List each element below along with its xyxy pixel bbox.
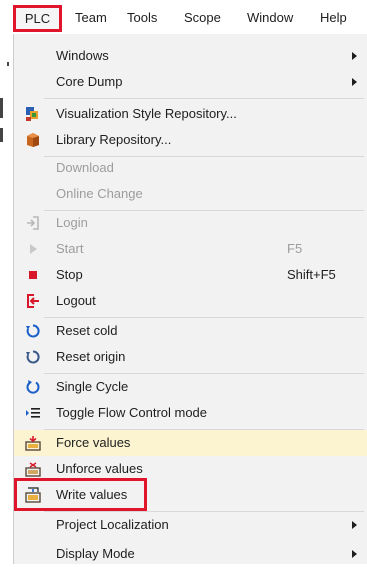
menu-scope[interactable]: Scope <box>184 8 221 28</box>
menu-item-project-localization[interactable]: Project Localization <box>14 512 367 538</box>
menu-help[interactable]: Help <box>320 8 347 28</box>
menu-item-shortcut: Shift+F5 <box>287 267 336 282</box>
menu-item-label: Reset origin <box>56 349 126 364</box>
menu-window[interactable]: Window <box>247 8 293 28</box>
menu-item-label: Force values <box>56 435 131 450</box>
stop-icon <box>25 267 41 283</box>
menu-item-reset-cold[interactable]: Reset cold <box>14 318 367 344</box>
menu-item-online-change[interactable]: Online Change <box>14 181 367 207</box>
flow-control-icon <box>25 405 41 421</box>
background-mark <box>7 62 9 66</box>
menu-item-label: Logout <box>56 293 96 308</box>
menu-item-label: Toggle Flow Control mode <box>56 405 208 420</box>
palette-icon <box>25 106 41 122</box>
reset-origin-icon <box>25 349 41 365</box>
menu-item-logout[interactable]: Logout <box>14 288 367 314</box>
submenu-arrow-icon <box>352 550 357 558</box>
background-mark <box>0 98 3 118</box>
submenu-arrow-icon <box>352 52 357 60</box>
menu-bar: PLC Team Tools Scope Window Help <box>0 0 367 34</box>
menu-item-label: Core Dump <box>56 74 123 89</box>
menu-item-label: Start <box>56 241 84 256</box>
menu-item-label: Project Localization <box>56 517 169 532</box>
menu-item-label: Download <box>56 160 114 175</box>
force-values-icon <box>25 435 41 451</box>
play-icon <box>25 241 41 257</box>
menu-item-label: Login <box>56 215 88 230</box>
menu-item-label: Library Repository... <box>56 132 172 147</box>
background-window-edge <box>0 34 13 564</box>
menu-item-start[interactable]: Start F5 <box>14 236 367 262</box>
submenu-arrow-icon <box>352 521 357 529</box>
menu-item-visualization-style-repository[interactable]: Visualization Style Repository... <box>14 101 367 127</box>
menu-item-login[interactable]: Login <box>14 210 367 236</box>
reset-cold-icon <box>25 323 41 339</box>
menu-item-single-cycle[interactable]: Single Cycle <box>14 374 367 400</box>
menu-item-download[interactable]: Download <box>14 155 367 181</box>
write-values-highlight-box <box>14 478 147 511</box>
menu-item-windows[interactable]: Windows <box>14 43 367 69</box>
menu-item-display-mode[interactable]: Display Mode <box>14 541 367 567</box>
menu-item-label: Online Change <box>56 186 143 201</box>
menu-item-label: Windows <box>56 48 109 63</box>
menu-item-reset-origin[interactable]: Reset origin <box>14 344 367 370</box>
menu-separator <box>44 98 364 99</box>
menu-item-label: Single Cycle <box>56 379 129 394</box>
background-mark <box>0 128 3 142</box>
login-icon <box>25 215 41 231</box>
menu-item-label: Display Mode <box>56 546 135 561</box>
single-cycle-icon <box>25 379 41 395</box>
menu-item-label: Visualization Style Repository... <box>56 106 237 121</box>
menu-item-label: Stop <box>56 267 83 282</box>
submenu-arrow-icon <box>352 78 357 86</box>
menu-item-stop[interactable]: Stop Shift+F5 <box>14 262 367 288</box>
logout-icon <box>25 293 41 309</box>
menu-plc[interactable]: PLC <box>13 5 62 32</box>
unforce-values-icon <box>25 461 41 477</box>
menu-item-force-values[interactable]: Force values <box>14 430 367 456</box>
library-icon <box>25 132 41 148</box>
menu-team[interactable]: Team <box>75 8 107 28</box>
menu-item-shortcut: F5 <box>287 241 303 256</box>
menu-tools[interactable]: Tools <box>127 8 157 28</box>
menu-item-library-repository[interactable]: Library Repository... <box>14 127 367 153</box>
menu-item-label: Reset cold <box>56 323 118 338</box>
menu-item-core-dump[interactable]: Core Dump <box>14 69 367 95</box>
menu-item-toggle-flow-control[interactable]: Toggle Flow Control mode <box>14 400 367 426</box>
